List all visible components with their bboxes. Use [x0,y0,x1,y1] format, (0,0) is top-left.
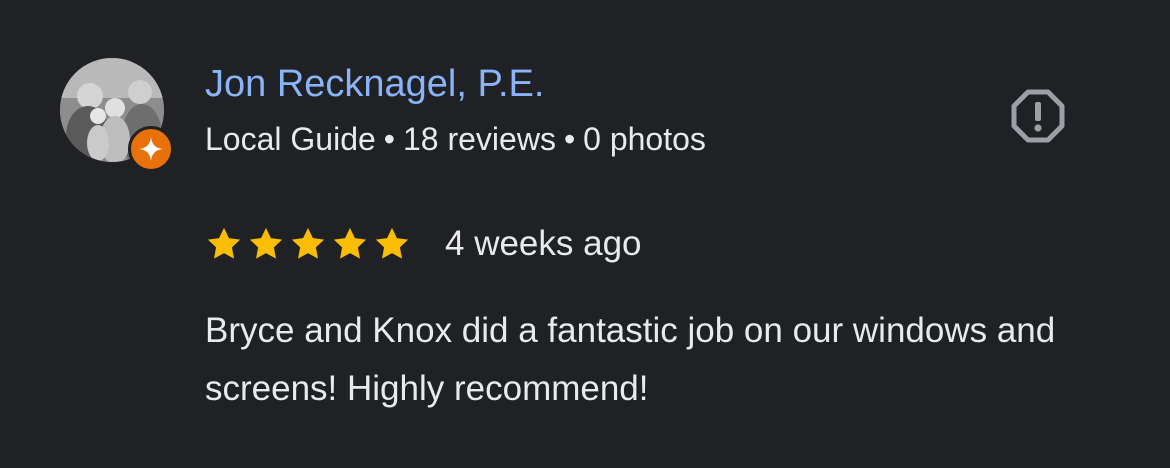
author-avatar-container[interactable] [60,58,174,172]
author-name[interactable]: Jon Recknagel, P.E. [205,60,544,108]
rating-row: 4 weeks ago [205,220,642,268]
meta-separator: • [563,121,576,157]
star-rating [205,225,411,263]
star-icon [249,227,283,259]
report-icon [1011,89,1065,143]
star-sparkle-icon [139,137,163,161]
review-text: Bryce and Knox did a fantastic job on ou… [205,311,1056,408]
review-date: 4 weeks ago [445,224,642,263]
star-icon [333,227,367,259]
meta-separator: • [383,121,395,157]
local-guide-badge-icon [128,126,174,172]
star-icon [375,227,409,259]
review-card: Jon Recknagel, P.E. Local Guide • 18 revie… [0,0,1170,468]
photo-count: 0 photos [583,121,706,157]
report-button[interactable] [1008,86,1068,146]
local-guide-label: Local Guide [205,121,376,157]
author-meta: Local Guide • 18 reviews • 0 photos [205,117,706,161]
star-icon [207,227,241,259]
review-count: 18 reviews [402,121,556,157]
star-icon [291,227,325,259]
